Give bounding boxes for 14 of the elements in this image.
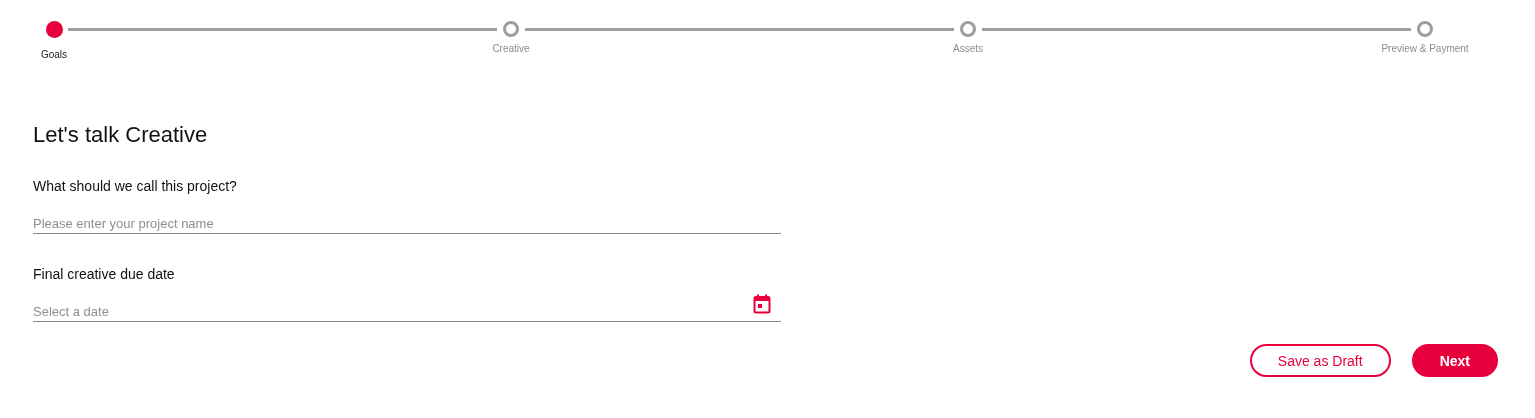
- field-label: Final creative due date: [33, 266, 176, 282]
- step-label: Assets: [953, 43, 983, 54]
- save-draft-button[interactable]: Save as Draft: [1249, 344, 1391, 377]
- step-label: Creative: [492, 43, 530, 54]
- step-label: Goals: [40, 49, 68, 60]
- field-label: What should we call this project?: [33, 178, 238, 194]
- step-dot[interactable]: [45, 21, 63, 38]
- calendar-icon[interactable]: [753, 294, 771, 314]
- next-button[interactable]: Next: [1411, 344, 1498, 377]
- step-dot[interactable]: [503, 21, 519, 37]
- step-dot[interactable]: [1417, 21, 1433, 37]
- step-label: Preview & Payment: [1381, 43, 1469, 54]
- page-title: Let's talk Creative: [33, 122, 209, 148]
- step-dot[interactable]: [960, 21, 976, 37]
